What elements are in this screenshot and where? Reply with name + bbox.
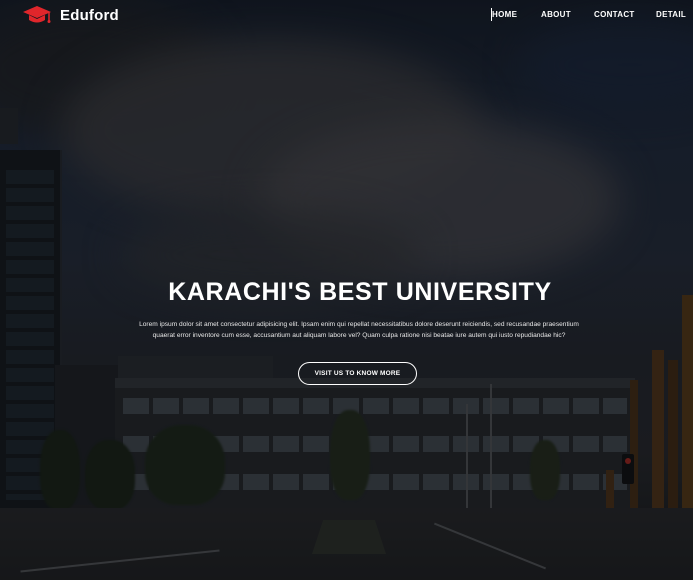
brand-logo[interactable]: Eduford	[22, 4, 119, 26]
visit-us-button[interactable]: VISIT US TO KNOW MORE	[298, 362, 417, 385]
hero-headline: KARACHI'S BEST UNIVERSITY	[168, 278, 552, 306]
nav-about-link[interactable]: ABOUT	[541, 10, 571, 19]
hero-description: Lorem ipsum dolor sit amet consectetur a…	[139, 321, 579, 339]
nav-home-link[interactable]: HOME	[492, 10, 517, 19]
nav-contact-link[interactable]: CONTACT	[594, 10, 635, 19]
hero-section: Eduford HOME ABOUT CONTACT DETAIL KARACH…	[0, 0, 693, 580]
graduation-cap-icon	[22, 4, 52, 26]
brand-name: Eduford	[60, 6, 119, 24]
nav-detail-link[interactable]: DETAIL	[656, 10, 686, 19]
navbar: Eduford HOME ABOUT CONTACT DETAIL	[0, 0, 693, 30]
